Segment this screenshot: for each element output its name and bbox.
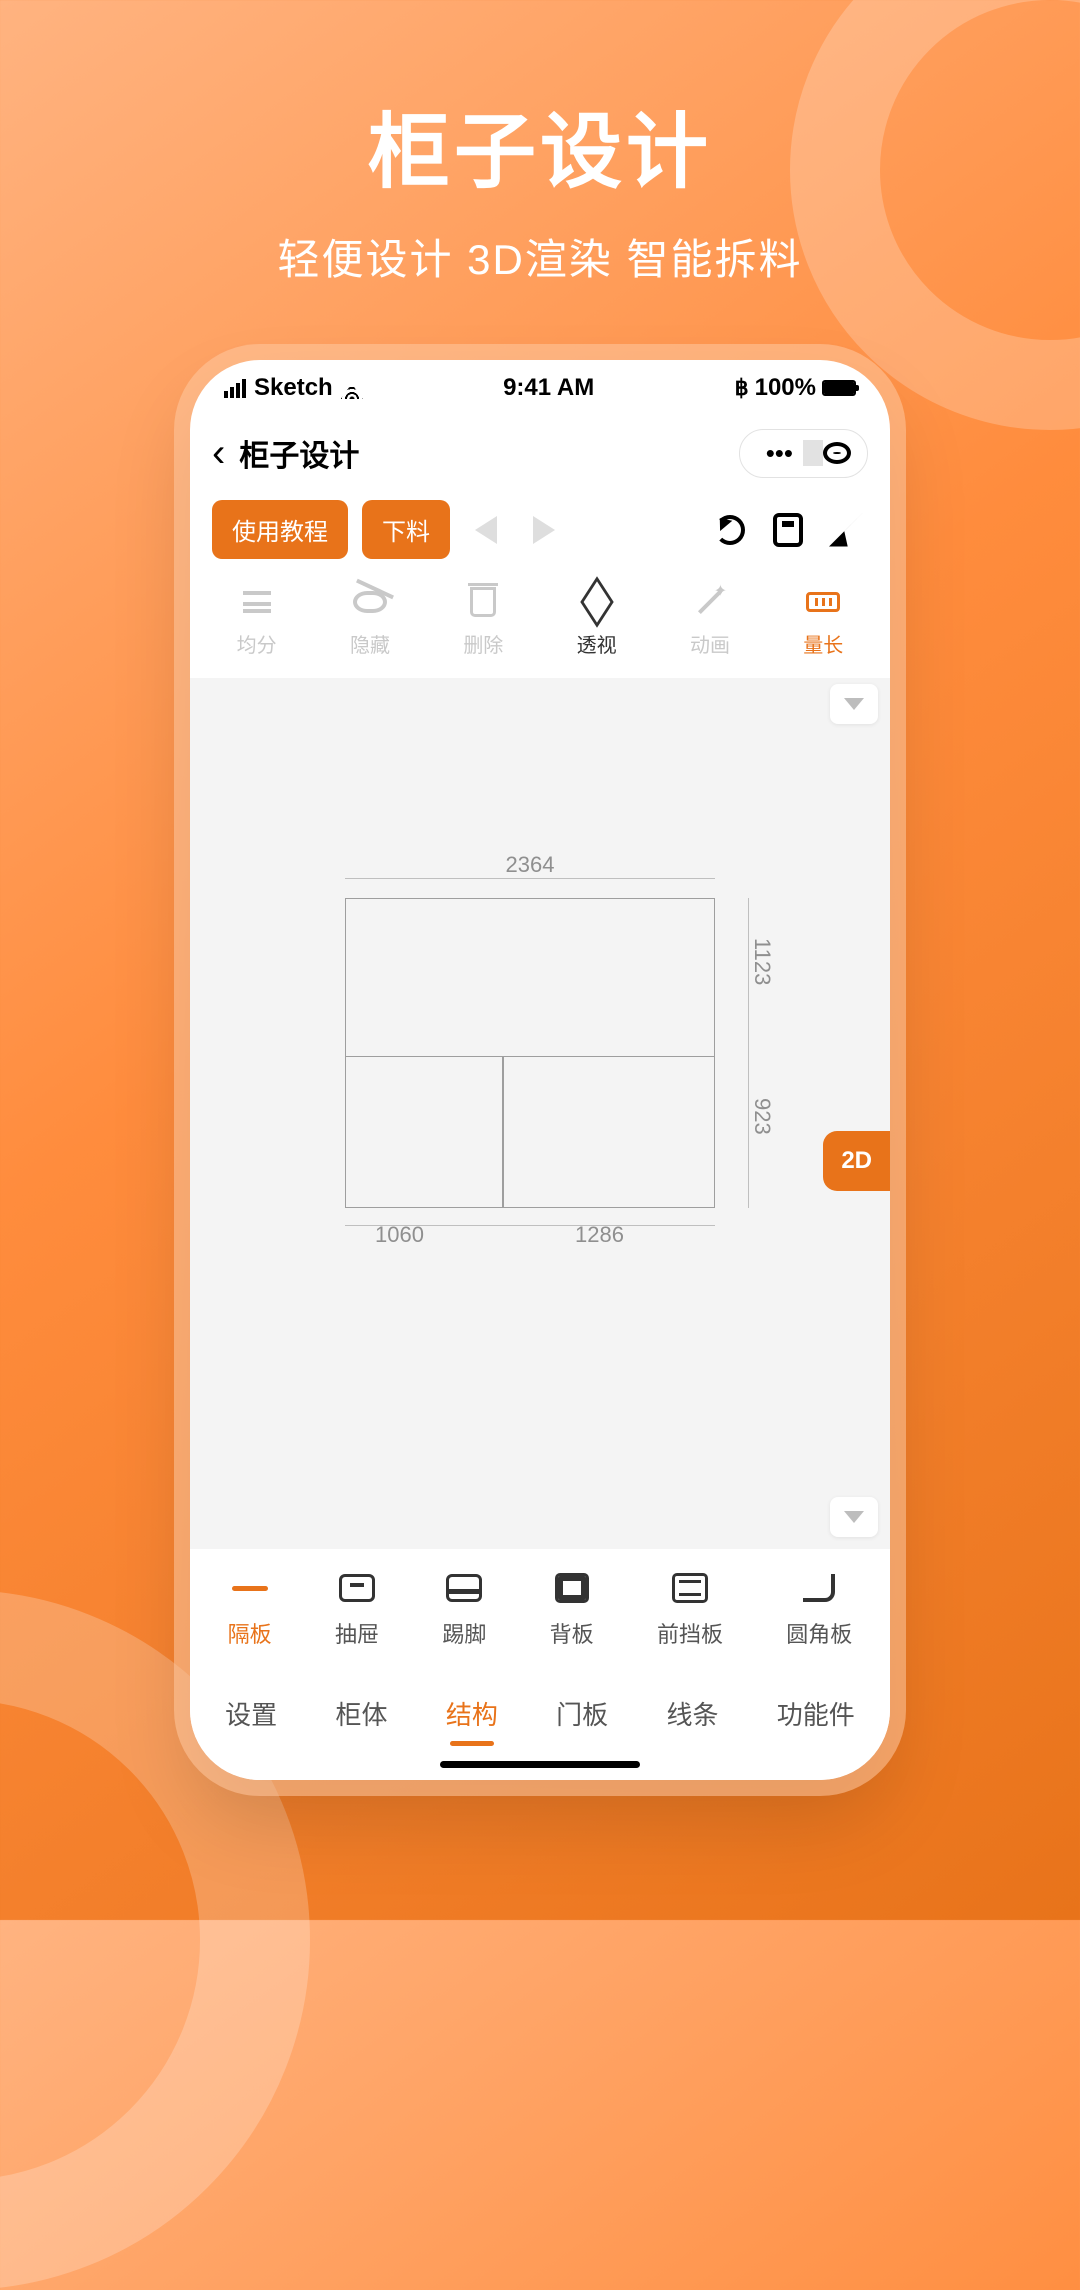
component-drawer[interactable]: 抽屉 (335, 1571, 379, 1649)
tab-settings[interactable]: 设置 (225, 1695, 277, 1742)
tab-function[interactable]: 功能件 (777, 1695, 855, 1742)
tool-label: 量长 (803, 629, 843, 658)
tool-animate[interactable]: 动画 (690, 585, 730, 658)
tool-divide[interactable]: 均分 (237, 585, 277, 658)
home-indicator (440, 1761, 640, 1768)
tool-label: 透视 (577, 629, 617, 658)
divider (803, 440, 823, 466)
tool-label: 删除 (463, 629, 503, 658)
component-label: 隔板 (228, 1617, 272, 1649)
tutorial-button[interactable]: 使用教程 (212, 500, 348, 559)
cube-icon (580, 585, 614, 619)
collapse-bottom-button[interactable] (830, 1497, 878, 1537)
component-label: 抽屉 (335, 1617, 379, 1649)
tab-line[interactable]: 线条 (666, 1695, 718, 1742)
component-kick[interactable]: 踢脚 (442, 1571, 486, 1649)
nav-bar: ‹ 柜子设计 ••• (190, 416, 890, 490)
divide-icon (240, 585, 274, 619)
dimension-value: 1123 (749, 938, 775, 985)
promo-header: 柜子设计 轻便设计 3D渲染 智能拆料 (0, 85, 1080, 287)
more-icon[interactable]: ••• (756, 438, 803, 469)
view-mode-toggle[interactable]: 2D (823, 1131, 890, 1191)
bluetooth-icon: ฿ (735, 375, 749, 401)
dimension-value: 1060 (375, 1222, 424, 1248)
ruler-icon (806, 585, 840, 619)
shelf-icon (230, 1571, 270, 1605)
refresh-button[interactable] (708, 508, 752, 552)
dimension-value: 923 (749, 1098, 775, 1135)
eye-off-icon (353, 585, 387, 619)
arrow-left-icon (475, 516, 497, 544)
miniprogram-capsule[interactable]: ••• (739, 429, 868, 478)
component-corner[interactable]: 圆角板 (786, 1571, 852, 1649)
battery-label: 100% (755, 374, 816, 402)
dimension-value: 1286 (575, 1222, 624, 1248)
cabinet-compartment[interactable] (345, 1056, 503, 1208)
cut-button[interactable]: 下料 (362, 500, 450, 559)
promo-title: 柜子设计 (0, 85, 1080, 204)
tool-hide[interactable]: 隐藏 (350, 585, 390, 658)
tool-perspective[interactable]: 透视 (577, 585, 617, 658)
save-button[interactable] (766, 508, 810, 552)
paper-plane-icon (829, 513, 863, 547)
trash-icon (466, 585, 500, 619)
arrow-right-icon (533, 516, 555, 544)
backboard-icon (552, 1571, 592, 1605)
tab-body[interactable]: 柜体 (335, 1695, 387, 1742)
status-bar: Sketch 9:41 AM ฿ 100% (190, 360, 890, 416)
back-button[interactable]: ‹ (212, 433, 225, 473)
share-button[interactable] (824, 508, 868, 552)
tab-door[interactable]: 门板 (556, 1695, 608, 1742)
tab-structure[interactable]: 结构 (446, 1695, 498, 1742)
tool-row: 均分 隐藏 删除 透视 动画 量长 (190, 577, 890, 678)
tool-label: 均分 (237, 629, 277, 658)
undo-button[interactable] (464, 508, 508, 552)
wand-icon (693, 585, 727, 619)
carrier-label: Sketch (254, 374, 333, 402)
action-row: 使用教程 下料 (190, 490, 890, 577)
cabinet-drawing[interactable]: 2364 1123 923 1060 1286 (345, 898, 715, 1208)
design-canvas[interactable]: 2D 2364 1123 923 1060 1286 (190, 678, 890, 1549)
component-label: 背板 (550, 1617, 594, 1649)
frontboard-icon (670, 1571, 710, 1605)
dimension-line (345, 1225, 503, 1226)
tool-label: 动画 (690, 629, 730, 658)
promo-subtitle: 轻便设计 3D渲染 智能拆料 (0, 226, 1080, 287)
cabinet-compartment[interactable] (503, 1056, 715, 1208)
close-icon[interactable] (823, 442, 851, 464)
clock: 9:41 AM (503, 374, 594, 402)
reload-icon (715, 515, 745, 545)
component-label: 踢脚 (442, 1617, 486, 1649)
component-front[interactable]: 前挡板 (657, 1571, 723, 1649)
battery-icon (822, 380, 856, 396)
phone-frame: Sketch 9:41 AM ฿ 100% ‹ 柜子设计 ••• 使用教程 下料 (190, 360, 890, 1780)
tool-label: 隐藏 (350, 629, 390, 658)
component-row: 隔板 抽屉 踢脚 背板 前挡板 圆角板 (190, 1549, 890, 1667)
component-label: 圆角板 (786, 1617, 852, 1649)
drawer-icon (337, 1571, 377, 1605)
page-title: 柜子设计 (239, 431, 724, 475)
redo-button[interactable] (522, 508, 566, 552)
dimension-value: 2364 (345, 852, 715, 878)
save-icon (773, 513, 803, 547)
tool-measure[interactable]: 量长 (803, 585, 843, 658)
collapse-top-button[interactable] (830, 684, 878, 724)
kickboard-icon (444, 1571, 484, 1605)
signal-icon (224, 379, 246, 398)
corner-icon (799, 1571, 839, 1605)
component-back[interactable]: 背板 (550, 1571, 594, 1649)
component-shelf[interactable]: 隔板 (228, 1571, 272, 1649)
dimension-line (345, 878, 715, 879)
tool-delete[interactable]: 删除 (463, 585, 503, 658)
component-label: 前挡板 (657, 1617, 723, 1649)
wifi-icon (341, 377, 363, 399)
